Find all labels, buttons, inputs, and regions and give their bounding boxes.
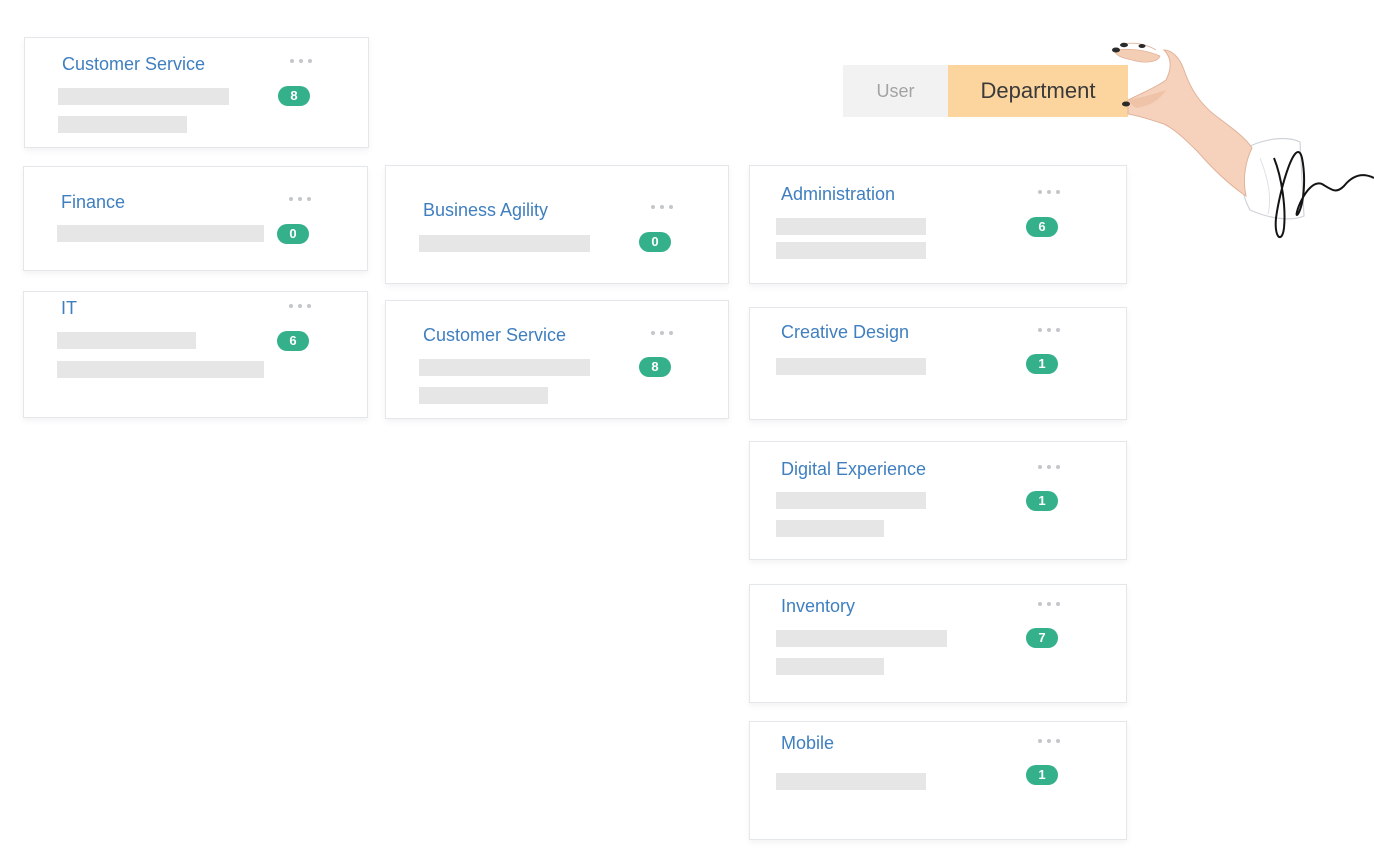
more-options-icon[interactable] [1038,188,1060,196]
member-count-badge: 6 [1026,217,1058,237]
department-name[interactable]: Customer Service [62,53,205,75]
member-count-badge: 6 [277,331,309,351]
placeholder-line [57,225,264,242]
member-count-badge: 8 [639,357,671,377]
department-name[interactable]: Mobile [781,732,834,754]
member-count-badge: 0 [277,224,309,244]
more-options-icon[interactable] [290,57,312,65]
member-count-badge: 1 [1026,491,1058,511]
department-name[interactable]: Digital Experience [781,458,926,480]
department-name[interactable]: Administration [781,183,895,205]
placeholder-line [776,242,926,259]
placeholder-line [776,773,926,790]
department-card-creative-design[interactable]: Creative Design 1 [749,307,1127,420]
placeholder-line [776,218,926,235]
placeholder-line [57,332,196,349]
department-name[interactable]: Creative Design [781,321,909,343]
department-name[interactable]: Finance [61,191,125,213]
placeholder-line [776,520,884,537]
more-options-icon[interactable] [1038,463,1060,471]
placeholder-line [419,387,548,404]
more-options-icon[interactable] [289,302,311,310]
member-count-badge: 0 [639,232,671,252]
department-name[interactable]: Business Agility [423,199,548,221]
department-card-customer-service[interactable]: Customer Service 8 [385,300,729,419]
more-options-icon[interactable] [651,203,673,211]
department-name[interactable]: Customer Service [423,324,566,346]
placeholder-line [776,358,926,375]
placeholder-line [419,235,590,252]
department-name[interactable]: IT [61,297,77,319]
member-count-badge: 7 [1026,628,1058,648]
department-card-it[interactable]: IT 6 [23,291,368,418]
more-options-icon[interactable] [289,195,311,203]
more-options-icon[interactable] [651,329,673,337]
placeholder-line [419,359,590,376]
more-options-icon[interactable] [1038,326,1060,334]
placeholder-line [776,630,947,647]
placeholder-line [776,658,884,675]
view-toggle: User Department [843,65,1128,117]
placeholder-line [58,116,187,133]
member-count-badge: 1 [1026,354,1058,374]
placeholder-line [776,492,926,509]
department-card-inventory[interactable]: Inventory 7 [749,584,1127,703]
department-card-business-agility[interactable]: Business Agility 0 [385,165,729,284]
more-options-icon[interactable] [1038,737,1060,745]
more-options-icon[interactable] [1038,600,1060,608]
placeholder-line [57,361,264,378]
placeholder-line [58,88,229,105]
user-toggle-button[interactable]: User [843,65,948,117]
department-card-digital-experience[interactable]: Digital Experience 1 [749,441,1127,560]
hand-illustration [1112,42,1374,239]
member-count-badge: 1 [1026,765,1058,785]
department-card-customer-service[interactable]: Customer Service 8 [24,37,369,148]
department-card-mobile[interactable]: Mobile 1 [749,721,1127,840]
department-card-finance[interactable]: Finance 0 [23,166,368,271]
department-name[interactable]: Inventory [781,595,855,617]
member-count-badge: 8 [278,86,310,106]
department-card-administration[interactable]: Administration 6 [749,165,1127,284]
